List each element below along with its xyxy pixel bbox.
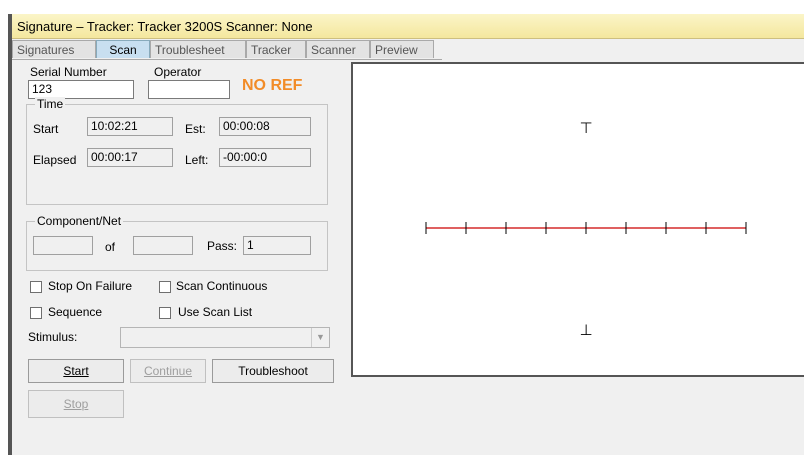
window-title: Signature – Tracker: Tracker 3200S Scann… bbox=[17, 19, 313, 34]
stop-button-label: Stop bbox=[63, 397, 89, 411]
reference-status: NO REF bbox=[242, 77, 303, 94]
component-net-group-title: Component/Net bbox=[35, 214, 124, 228]
chevron-down-icon: ▼ bbox=[311, 328, 329, 347]
start-button[interactable]: Start bbox=[28, 359, 124, 383]
stop-button[interactable]: Stop bbox=[28, 390, 124, 418]
operator-label: Operator bbox=[154, 65, 202, 79]
serial-number-label: Serial Number bbox=[30, 65, 107, 79]
use-scan-list-checkbox[interactable] bbox=[159, 307, 171, 319]
tab-divider bbox=[12, 59, 442, 60]
component-field bbox=[33, 236, 93, 255]
pass-label: Pass: bbox=[207, 239, 238, 253]
sequence-checkbox[interactable] bbox=[30, 307, 42, 319]
continue-button-label: Continue bbox=[143, 364, 193, 378]
tab-scanner[interactable]: Scanner bbox=[306, 40, 370, 58]
tab-scan[interactable]: Scan bbox=[96, 40, 150, 58]
tab-signatures[interactable]: Signatures bbox=[12, 40, 96, 58]
tab-troubleshoot[interactable]: Troublesheet bbox=[150, 40, 246, 58]
start-label: Start bbox=[33, 122, 59, 136]
top-voltage-marker: ⊤ bbox=[579, 119, 592, 137]
scan-continuous-label: Scan Continuous bbox=[176, 279, 268, 293]
of-label: of bbox=[105, 240, 116, 254]
operator-input[interactable] bbox=[148, 80, 230, 99]
troubleshoot-button-label: Troubleshoot bbox=[238, 364, 308, 378]
left-label: Left: bbox=[185, 153, 209, 167]
est-label: Est: bbox=[185, 122, 206, 136]
component-net-group: Component/Net of Pass: 1 bbox=[26, 214, 328, 271]
time-group: Time Start 10:02:21 Est: 00:00:08 Elapse… bbox=[26, 97, 328, 205]
use-scan-list-label: Use Scan List bbox=[178, 305, 253, 319]
scan-controls-panel: Serial Number 123 Operator NO REF Time S… bbox=[16, 62, 344, 450]
stop-on-failure-checkbox[interactable] bbox=[30, 281, 42, 293]
elapsed-label: Elapsed bbox=[33, 153, 77, 167]
est-time-field: 00:00:08 bbox=[219, 117, 311, 136]
bottom-voltage-marker: ⊥ bbox=[579, 321, 592, 339]
signature-window: Signature – Tracker: Tracker 3200S Scann… bbox=[8, 14, 804, 455]
start-time-field: 10:02:21 bbox=[87, 117, 173, 136]
continue-button[interactable]: Continue bbox=[130, 359, 206, 383]
stop-on-failure-label: Stop On Failure bbox=[48, 279, 133, 293]
tab-preview[interactable]: Preview bbox=[370, 40, 434, 58]
sequence-label: Sequence bbox=[48, 305, 103, 319]
title-bar: Signature – Tracker: Tracker 3200S Scann… bbox=[12, 14, 804, 39]
pass-field: 1 bbox=[243, 236, 311, 255]
stimulus-label: Stimulus: bbox=[28, 330, 78, 344]
total-field bbox=[133, 236, 193, 255]
signature-trace-plot: ⊤ ⊥ bbox=[425, 119, 747, 339]
stimulus-select[interactable]: ▼ bbox=[120, 327, 330, 348]
signature-display: ⊤ ⊥ bbox=[351, 62, 804, 377]
left-time-field: -00:00:0 bbox=[219, 148, 311, 167]
time-group-title: Time bbox=[35, 97, 66, 111]
tab-tracker[interactable]: Tracker bbox=[246, 40, 306, 58]
start-button-label: Start bbox=[63, 364, 89, 378]
elapsed-time-field: 00:00:17 bbox=[87, 148, 173, 167]
scan-continuous-checkbox[interactable] bbox=[159, 281, 171, 293]
troubleshoot-button[interactable]: Troubleshoot bbox=[212, 359, 334, 383]
